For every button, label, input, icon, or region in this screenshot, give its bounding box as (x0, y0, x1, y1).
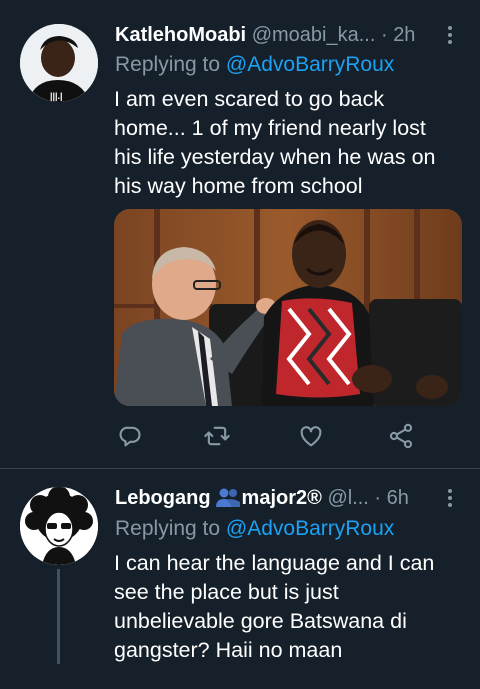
separator: · (380, 24, 388, 46)
replying-to: Replying to @AdvoBarryRoux (115, 50, 460, 80)
tweet-header: KatlehoMoabi @moabi_ka... · 2h (115, 20, 444, 50)
more-options-icon[interactable] (446, 26, 454, 46)
tweet-photo[interactable] (114, 209, 462, 406)
user-handle[interactable]: @l... (327, 487, 368, 509)
replying-to: Replying to @AdvoBarryRoux (115, 514, 460, 544)
tweet-text: I can hear the language and I can see th… (114, 551, 435, 662)
avatar-illustration (20, 487, 98, 565)
tweet-header: Lebogang major2® @l... · 6h (115, 483, 444, 513)
user-handle[interactable]: @moabi_ka... (252, 24, 376, 46)
tweet[interactable]: Lebogang major2® @l... · 6h Replying to @… (0, 469, 480, 689)
avatar[interactable] (20, 487, 98, 565)
like-icon[interactable] (297, 422, 325, 450)
retweet-icon[interactable] (203, 422, 231, 450)
display-name[interactable]: KatlehoMoabi (115, 24, 246, 46)
tweet-text: I am even scared to go back home... 1 of… (114, 87, 436, 198)
replying-to-label: Replying to (115, 517, 221, 540)
separator: · (374, 487, 382, 509)
more-options-icon[interactable] (446, 489, 454, 509)
timestamp[interactable]: 6h (387, 487, 409, 509)
tweet[interactable]: |||.| KatlehoMoabi @moabi_ka... · 2h Rep… (0, 0, 480, 469)
timestamp[interactable]: 2h (393, 24, 415, 46)
display-name[interactable]: Lebogang major2® (115, 487, 322, 509)
people-icon (215, 488, 240, 507)
share-icon[interactable] (387, 422, 415, 450)
courtroom-photo (114, 209, 462, 406)
avatar-photo: |||.| (20, 24, 98, 102)
avatar[interactable]: |||.| (20, 24, 98, 102)
svg-text:|||.|: |||.| (50, 91, 63, 101)
replying-to-label: Replying to (115, 53, 221, 76)
mention-link[interactable]: @AdvoBarryRoux (226, 517, 394, 540)
tweet-actions (115, 422, 420, 450)
mention-link[interactable]: @AdvoBarryRoux (226, 53, 394, 76)
thread-line (57, 569, 60, 664)
reply-icon[interactable] (115, 422, 143, 450)
